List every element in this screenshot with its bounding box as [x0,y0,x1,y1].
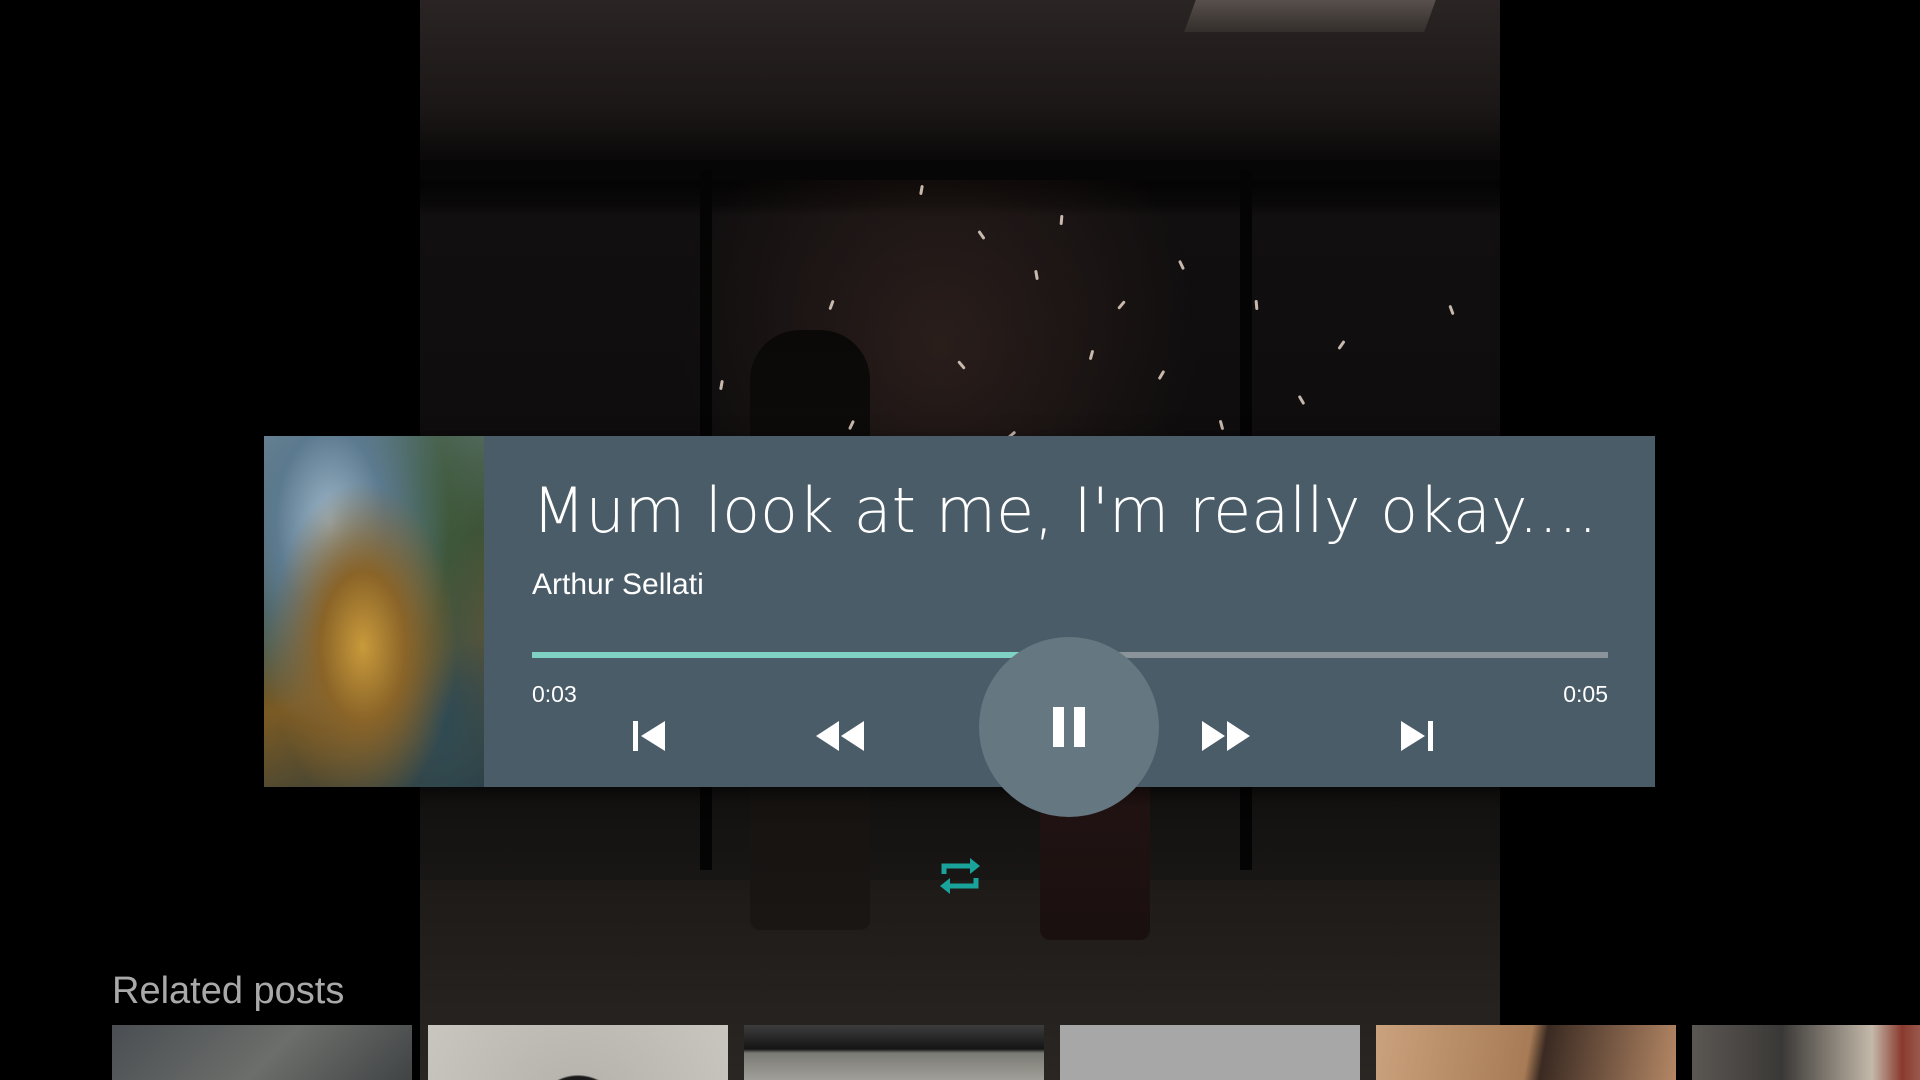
related-posts-row [112,1025,1920,1080]
related-post-thumbnail[interactable] [1692,1025,1920,1080]
elapsed-time: 0:03 [532,681,577,707]
related-post-thumbnail[interactable] [428,1025,728,1080]
album-art [264,436,484,787]
related-post-thumbnail[interactable] [1060,1025,1360,1080]
repeat-button[interactable] [932,850,988,906]
now-playing-card: Mum look at me, I'm really okay.... Arth… [264,436,1655,817]
pause-icon [1049,705,1089,749]
playback-panel: Mum look at me, I'm really okay.... Arth… [484,436,1655,817]
repeat-icon [934,850,986,907]
skip-next-button[interactable] [1377,696,1457,776]
related-posts-heading: Related posts [112,970,345,1012]
pause-button[interactable] [979,637,1159,817]
track-artist: Arthur Sellati [532,568,704,601]
related-post-thumbnail[interactable] [744,1025,1044,1080]
skip-next-icon [1397,716,1437,756]
fast-forward-button[interactable] [1186,696,1266,776]
player-screen: Mum look at me, I'm really okay.... Arth… [0,0,1920,1080]
related-post-thumbnail[interactable] [1376,1025,1676,1080]
ceiling-light [1184,0,1436,32]
skip-previous-button[interactable] [609,696,689,776]
rewind-icon [814,716,866,756]
skip-previous-icon [629,716,669,756]
total-duration: 0:05 [1563,681,1608,707]
track-title: Mum look at me, I'm really okay.... [532,474,1598,547]
fast-forward-icon [1200,716,1252,756]
related-post-thumbnail[interactable] [112,1025,412,1080]
rewind-button[interactable] [800,696,880,776]
